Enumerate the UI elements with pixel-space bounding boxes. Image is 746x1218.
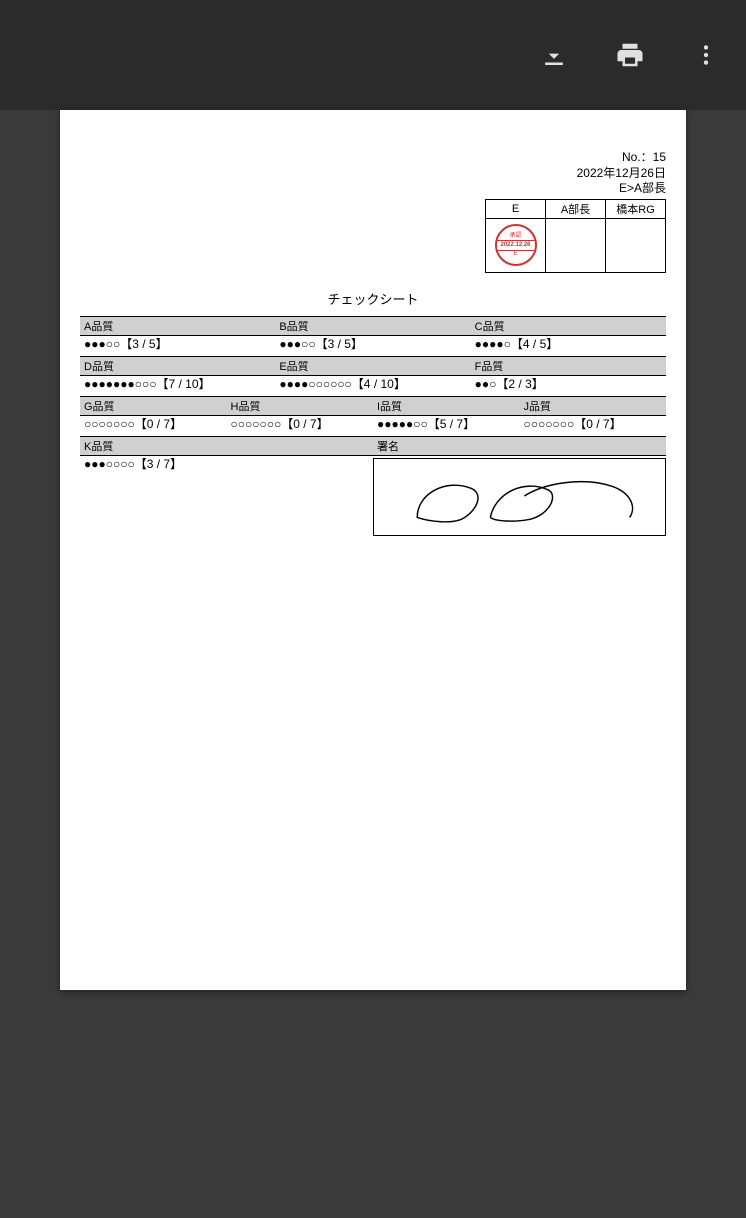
stamp-name: E [497, 251, 535, 258]
item-label: A品質 [80, 316, 275, 336]
item-label: I品質 [373, 396, 520, 416]
item-value: ●●●●○【4 / 5】 [471, 336, 666, 356]
doc-date: 2022年12月26日 [577, 166, 666, 180]
check-grid: A品質 B品質 C品質 ●●●○○【3 / 5】 ●●●○○【3 / 5】 ●●… [80, 316, 666, 536]
document-title: チェックシート [80, 273, 666, 316]
stamp-top: 承認 [497, 233, 535, 240]
item-value: ○○○○○○○【0 / 7】 [520, 416, 667, 436]
signature-label: 署名 [373, 436, 666, 456]
stamp-date: 2022.12.26 [497, 240, 535, 251]
more-button[interactable] [686, 35, 726, 75]
item-value: ●●●○○【3 / 5】 [275, 336, 470, 356]
item-value: ●●●○○○○【3 / 7】 [80, 456, 373, 476]
item-label: J品質 [520, 396, 667, 416]
doc-no-label: No.： [622, 150, 653, 164]
item-value: ●●●●●●●○○○【7 / 10】 [80, 376, 275, 396]
approval-table: E A部長 橋本RG 承認 2022.12.26 E [485, 199, 666, 273]
download-button[interactable] [534, 35, 574, 75]
item-value: ●●●○○【3 / 5】 [80, 336, 275, 356]
item-label: H品質 [227, 396, 374, 416]
approval-cell [546, 218, 606, 272]
print-button[interactable] [610, 35, 650, 75]
item-label: E品質 [275, 356, 470, 376]
print-icon [615, 40, 645, 70]
page-container: No.：15 2022年12月26日 E>A部長 E A部長 橋本RG 承認 2… [0, 110, 746, 990]
item-label: K品質 [80, 436, 373, 456]
download-icon [539, 40, 569, 70]
more-vert-icon [693, 42, 719, 68]
doc-no-value: 15 [653, 150, 666, 164]
item-label: D品質 [80, 356, 275, 376]
item-label: F品質 [471, 356, 666, 376]
item-value: ○○○○○○○【0 / 7】 [80, 416, 227, 436]
item-value: ●●○【2 / 3】 [471, 376, 666, 396]
item-label: B品質 [275, 316, 470, 336]
doc-route: E>A部長 [619, 181, 666, 195]
pdf-viewer-toolbar [0, 0, 746, 110]
item-label: G品質 [80, 396, 227, 416]
document-page: No.：15 2022年12月26日 E>A部長 E A部長 橋本RG 承認 2… [60, 110, 686, 990]
approver-header: E [486, 199, 546, 218]
document-meta: No.：15 2022年12月26日 E>A部長 [80, 150, 666, 197]
approver-header: A部長 [546, 199, 606, 218]
approval-cell [606, 218, 666, 272]
item-value: ●●●●○○○○○○【4 / 10】 [275, 376, 470, 396]
approval-cell: 承認 2022.12.26 E [486, 218, 546, 272]
signature-drawing [374, 459, 665, 535]
signature-box [373, 458, 666, 536]
approval-stamp: 承認 2022.12.26 E [495, 224, 537, 266]
item-value: ●●●●●○○【5 / 7】 [373, 416, 520, 436]
item-label: C品質 [471, 316, 666, 336]
item-value: ○○○○○○○【0 / 7】 [227, 416, 374, 436]
approver-header: 橋本RG [606, 199, 666, 218]
